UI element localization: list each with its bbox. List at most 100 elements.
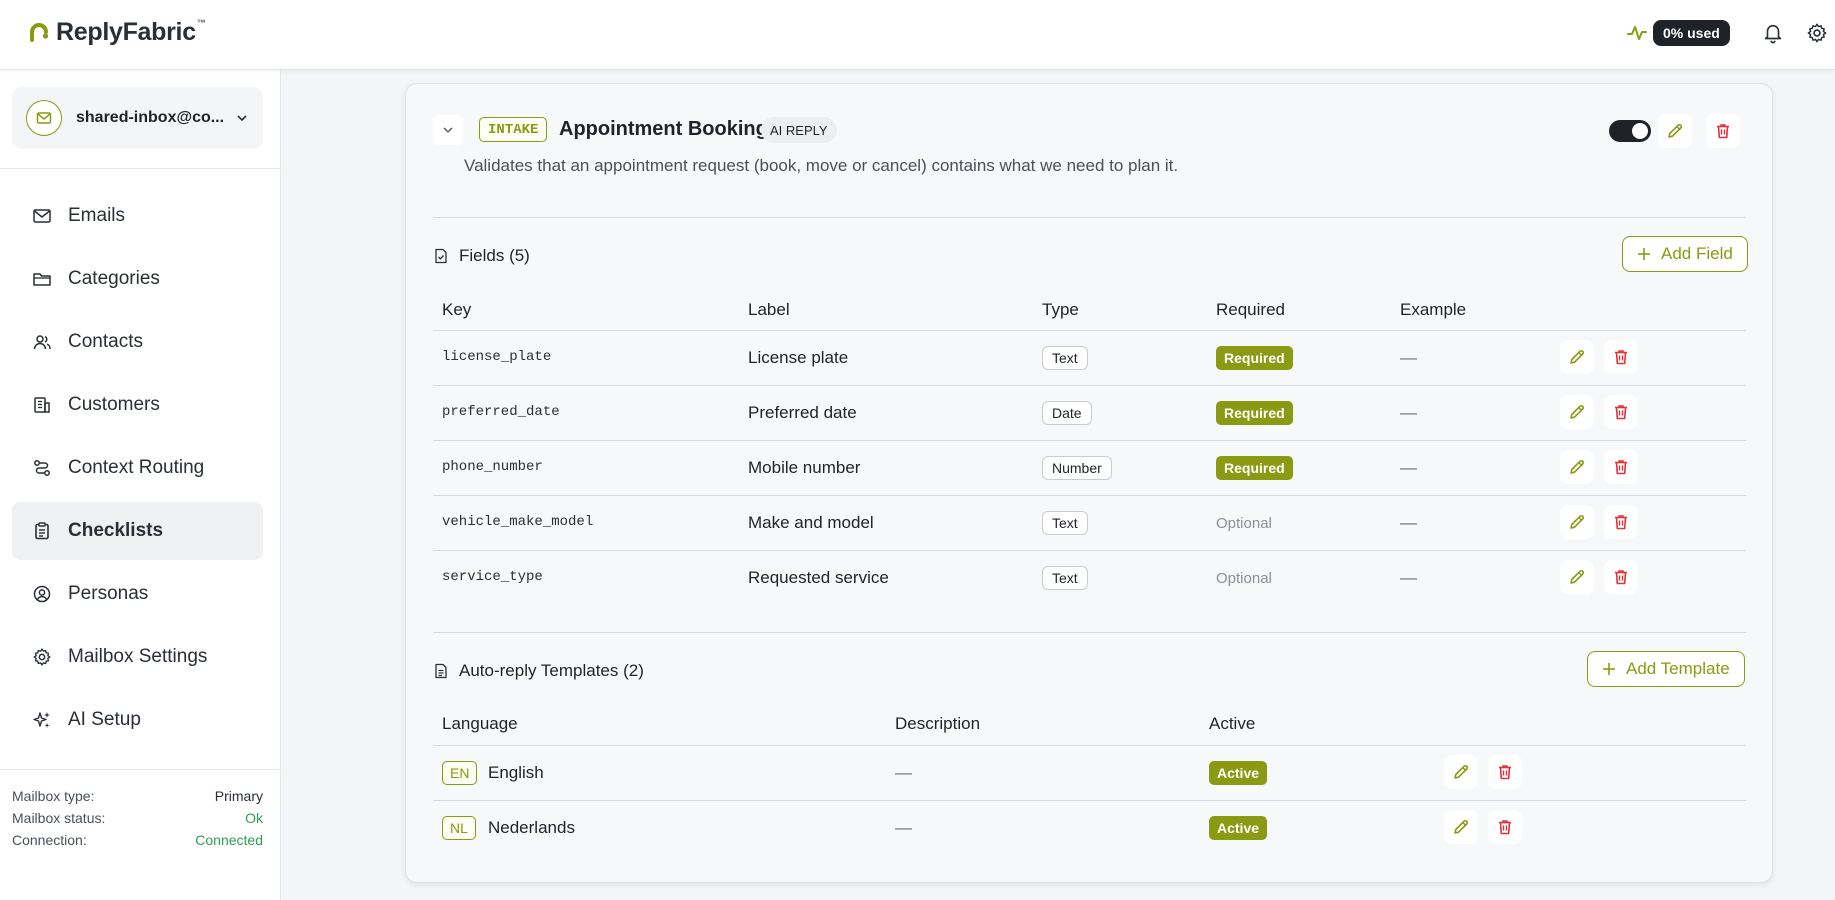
building-icon: [34, 397, 50, 413]
connection-value: Connected: [195, 832, 263, 848]
pencil-icon: [1454, 765, 1468, 779]
pencil-icon: [1570, 570, 1584, 584]
chevron-down-icon: [443, 127, 453, 134]
trash-icon: [1615, 405, 1627, 420]
table-divider: [433, 440, 1746, 441]
column-header-active: Active: [1209, 714, 1256, 733]
settings-gear-icon[interactable]: [1806, 22, 1828, 44]
sidebar-item-emails[interactable]: Emails: [12, 187, 263, 245]
field-label: Requested service: [748, 568, 889, 587]
table-divider: [433, 385, 1746, 386]
sidebar-divider: [0, 769, 281, 770]
edit-field-button[interactable]: [1560, 505, 1594, 539]
checklist-card: INTAKE Appointment Booking AI REPLY Vali…: [405, 83, 1773, 883]
sidebar-item-contacts[interactable]: Contacts: [12, 313, 263, 371]
logo-mark-icon: [30, 22, 49, 42]
pencil-icon: [1454, 820, 1468, 834]
plus-icon: [1603, 663, 1615, 675]
pencil-icon: [1570, 460, 1584, 474]
field-example: —: [1400, 348, 1417, 367]
pencil-icon: [1570, 515, 1584, 529]
users-icon: [33, 335, 51, 350]
required-badge: Required: [1216, 401, 1293, 425]
column-header-key: Key: [442, 300, 472, 319]
table-divider: [433, 330, 1746, 331]
sidebar-item-ai-setup[interactable]: AI Setup: [12, 691, 263, 749]
required-badge: Required: [1216, 346, 1293, 370]
sidebar-item-label: Checklists: [68, 520, 164, 541]
delete-template-button[interactable]: [1488, 810, 1522, 844]
bell-icon[interactable]: [1762, 22, 1784, 44]
top-bar: ReplyFabric™ 0% used: [0, 0, 1835, 70]
chevron-down-icon: [237, 115, 247, 122]
app-logo[interactable]: ReplyFabric™: [28, 18, 206, 47]
add-field-button[interactable]: Add Field: [1622, 236, 1748, 272]
sidebar-item-customers[interactable]: Customers: [12, 376, 263, 434]
column-header-example: Example: [1400, 300, 1467, 319]
sidebar-item-categories[interactable]: Categories: [12, 250, 263, 308]
sidebar-item-context-routing[interactable]: Context Routing: [12, 439, 263, 497]
field-key: service_type: [442, 569, 543, 585]
collapse-button[interactable]: [433, 115, 463, 145]
trash-icon: [1499, 820, 1511, 835]
template-language: English: [488, 763, 544, 782]
plus-icon: [1638, 248, 1650, 260]
gear-icon: [33, 648, 51, 666]
field-key: phone_number: [442, 459, 543, 475]
table-divider: [433, 550, 1746, 551]
usage-badge[interactable]: 0% used: [1653, 20, 1730, 46]
sidebar-item-personas[interactable]: Personas: [12, 565, 263, 623]
file-text-icon: [435, 663, 447, 679]
column-header-description: Description: [895, 714, 981, 733]
trash-icon: [1717, 124, 1729, 139]
field-type-chip: Number: [1042, 456, 1112, 480]
active-badge: Active: [1209, 761, 1268, 785]
sidebar-item-checklists[interactable]: Checklists: [12, 502, 263, 560]
templates-heading: Auto-reply Templates (2): [433, 661, 644, 681]
field-example: —: [1400, 403, 1417, 422]
mailbox-status-row: Mailbox status: Ok: [12, 810, 263, 826]
field-type-chip: Text: [1042, 346, 1088, 370]
mailbox-selector[interactable]: shared-inbox@co...: [12, 87, 263, 149]
language-code-badge: EN: [442, 761, 478, 785]
active-badge: Active: [1209, 816, 1268, 840]
mailbox-avatar: [26, 100, 62, 136]
edit-template-button[interactable]: [1444, 810, 1478, 844]
table-divider: [433, 495, 1746, 496]
sidebar-item-mailbox-settings[interactable]: Mailbox Settings: [12, 628, 263, 686]
field-key: preferred_date: [442, 404, 560, 420]
delete-field-button[interactable]: [1604, 340, 1638, 374]
language-code-badge: NL: [442, 816, 476, 840]
edit-field-button[interactable]: [1560, 340, 1594, 374]
add-template-button[interactable]: Add Template: [1587, 651, 1745, 687]
edit-field-button[interactable]: [1560, 395, 1594, 429]
column-header-label: Label: [748, 300, 790, 319]
field-key: vehicle_make_model: [442, 514, 594, 530]
column-header-required: Required: [1216, 300, 1285, 319]
sidebar-item-label: AI Setup: [68, 709, 141, 730]
edit-checklist-button[interactable]: [1658, 114, 1692, 148]
field-key: license_plate: [442, 349, 552, 365]
checklist-type-badge: INTAKE: [479, 117, 548, 142]
template-language: Nederlands: [488, 818, 575, 837]
delete-field-button[interactable]: [1604, 450, 1638, 484]
checklist-enabled-toggle[interactable]: [1609, 120, 1651, 142]
delete-field-button[interactable]: [1604, 505, 1638, 539]
delete-checklist-button[interactable]: [1706, 114, 1740, 148]
field-label: Make and model: [748, 513, 874, 532]
fields-heading: Fields (5): [433, 246, 530, 266]
edit-field-button[interactable]: [1560, 450, 1594, 484]
folder-icon: [33, 273, 51, 286]
column-header-language: Language: [442, 714, 518, 733]
route-icon: [34, 460, 50, 476]
sidebar-item-label: Context Routing: [68, 457, 205, 478]
mail-icon: [33, 209, 51, 223]
delete-field-button[interactable]: [1604, 395, 1638, 429]
delete-field-button[interactable]: [1604, 560, 1638, 594]
sidebar-item-label: Customers: [68, 394, 160, 415]
edit-template-button[interactable]: [1444, 755, 1478, 789]
sidebar-divider: [0, 168, 281, 169]
edit-field-button[interactable]: [1560, 560, 1594, 594]
user-circle-icon: [33, 585, 51, 603]
delete-template-button[interactable]: [1488, 755, 1522, 789]
